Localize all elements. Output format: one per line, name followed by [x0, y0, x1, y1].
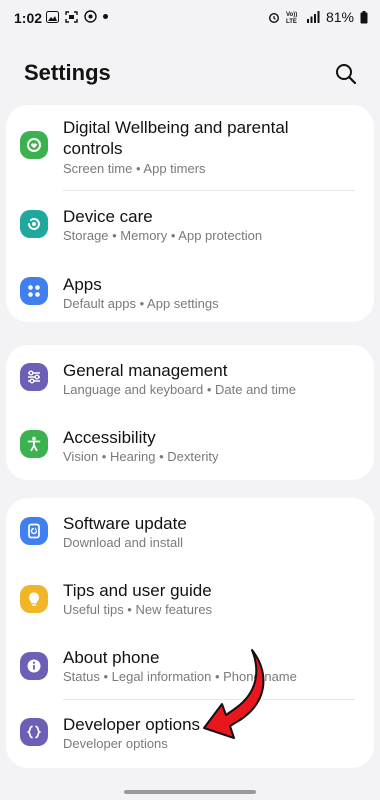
volte-icon: Vo))LTE: [286, 12, 297, 24]
setting-software-update[interactable]: Software update Download and install: [6, 498, 374, 564]
alarm-icon: [268, 13, 279, 23]
setting-device-care[interactable]: Device care Storage • Memory • App prote…: [6, 191, 374, 257]
settings-group-1: Digital Wellbeing and parental controls …: [6, 105, 374, 322]
setting-title: Software update: [63, 514, 187, 533]
annotation-arrow-icon: [203, 649, 265, 739]
svg-text:Vo)): Vo)): [286, 12, 297, 18]
signal-icon: [306, 11, 320, 23]
setting-title: General management: [63, 361, 228, 380]
setting-subtitle: Language and keyboard • Date and time: [63, 382, 296, 397]
braces-icon: [20, 718, 48, 746]
setting-title: Accessibility: [63, 428, 156, 447]
device-care-icon: [20, 210, 48, 238]
setting-subtitle: Useful tips • New features: [63, 602, 213, 617]
setting-title: Digital Wellbeing and parental controls: [63, 118, 289, 158]
lightbulb-icon: [20, 585, 48, 613]
setting-title: Device care: [63, 207, 153, 226]
apps-icon: [20, 277, 48, 305]
settings-group-2: General management Language and keyboard…: [6, 345, 374, 480]
setting-subtitle: Default apps • App settings: [63, 296, 219, 311]
status-time: 1:02: [14, 10, 43, 26]
setting-subtitle: Screen time • App timers: [63, 161, 206, 176]
search-icon: [336, 64, 357, 85]
setting-subtitle: Storage • Memory • App protection: [63, 228, 263, 243]
whatsapp-icon: [84, 10, 97, 23]
software-update-icon: [20, 517, 48, 545]
wellbeing-icon: [20, 131, 48, 159]
setting-accessibility[interactable]: Accessibility Vision • Hearing • Dexteri…: [6, 411, 374, 477]
screenshot-icon: [65, 10, 78, 23]
setting-general-management[interactable]: General management Language and keyboard…: [6, 345, 374, 411]
setting-tips-user-guide[interactable]: Tips and user guide Useful tips • New fe…: [6, 565, 374, 631]
system-icons: Vo)) LTE 81%: [268, 9, 368, 25]
setting-subtitle: Vision • Hearing • Dexterity: [63, 449, 219, 464]
battery-percentage: 81%: [325, 9, 354, 25]
home-indicator[interactable]: [124, 790, 256, 794]
accessibility-icon: [20, 430, 48, 458]
gallery-icon: [46, 10, 59, 23]
setting-subtitle: Developer options: [63, 736, 168, 751]
search-button[interactable]: [334, 62, 358, 86]
battery-icon: [360, 10, 368, 23]
sliders-icon: [20, 363, 48, 391]
setting-apps[interactable]: Apps Default apps • App settings: [6, 257, 374, 323]
setting-digital-wellbeing[interactable]: Digital Wellbeing and parental controls …: [6, 105, 374, 191]
svg-text:LTE: LTE: [286, 19, 297, 24]
page-title: Settings: [24, 60, 111, 85]
setting-subtitle: Download and install: [63, 535, 183, 550]
more-notifications-dot: [103, 14, 108, 19]
notification-icons: [46, 10, 108, 23]
status-bar: 1:02 Vo)) LTE 81%: [0, 0, 380, 34]
info-icon: [20, 652, 48, 680]
setting-title: Apps: [63, 275, 102, 294]
setting-title: Tips and user guide: [63, 581, 212, 600]
